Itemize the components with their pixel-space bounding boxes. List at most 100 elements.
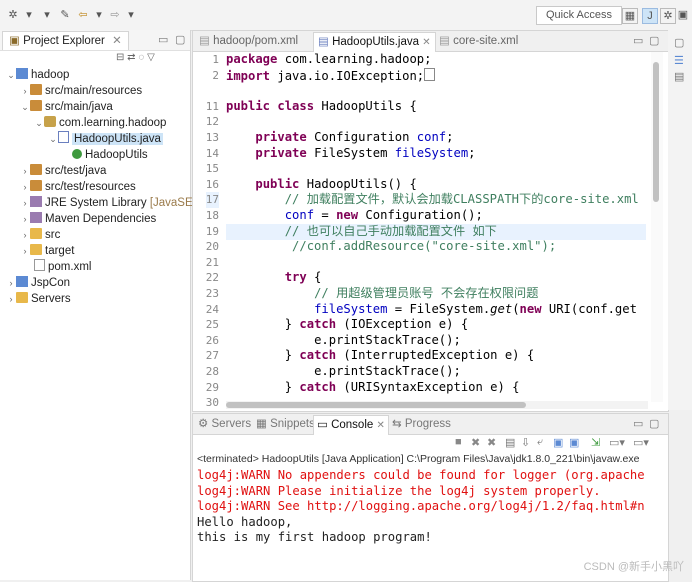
code-line: // 用超级管理员账号 不会存在权限问题: [226, 286, 538, 302]
keyword: new: [336, 208, 359, 222]
tree-item-src-main-java[interactable]: ⌄ src/main/java: [20, 99, 113, 115]
line-number: 13: [205, 131, 219, 144]
tab-progress[interactable]: ⇆ Progress: [389, 415, 454, 434]
minimize-icon[interactable]: ▭: [633, 34, 643, 47]
comment: // 加载配置文件，默认会加载CLASSPATH下的core-site.xml: [284, 192, 639, 207]
tree-item-servers[interactable]: › Servers: [6, 291, 71, 307]
close-tab-icon[interactable]: ✕: [376, 420, 384, 431]
class-icon: [72, 149, 82, 159]
editor-vertical-scrollbar[interactable]: [651, 52, 663, 402]
maximize-icon[interactable]: ▢: [175, 33, 185, 46]
collapse-arrow-icon[interactable]: ⌄: [48, 131, 58, 147]
tree-item-hadooputils-class[interactable]: HadoopUtils: [72, 147, 148, 163]
scrollbar-thumb[interactable]: [226, 402, 526, 408]
project-icon: [16, 68, 28, 79]
tree-item-src[interactable]: › src: [20, 227, 60, 243]
field: conf: [416, 130, 447, 144]
tree-item-src-main-resources[interactable]: › src/main/resources: [20, 83, 142, 99]
folder-icon: [16, 292, 28, 303]
tree-item-package[interactable]: ⌄ com.learning.hadoop: [34, 115, 166, 131]
minimize-icon[interactable]: ▭: [158, 33, 168, 46]
focus-icon[interactable]: ◌: [138, 52, 144, 63]
java-ee-perspective-icon[interactable]: ▣: [676, 8, 690, 22]
expand-arrow-icon[interactable]: ›: [20, 227, 30, 243]
toolbar-menu-icon[interactable]: ▾: [40, 8, 54, 22]
show-stderr-icon[interactable]: ▣: [569, 436, 579, 449]
package-folder-icon: [30, 164, 42, 175]
expand-arrow-icon[interactable]: ›: [20, 243, 30, 259]
expand-arrow-icon[interactable]: ›: [20, 179, 30, 195]
line-number: 25: [205, 318, 219, 332]
tree-item-target[interactable]: › target: [20, 243, 74, 259]
folded-imports-icon[interactable]: [424, 67, 436, 81]
tree-item-hadoop[interactable]: ⌄ hadoop: [6, 67, 69, 83]
keyword: new: [519, 301, 542, 316]
show-stdout-icon[interactable]: ▣: [553, 436, 563, 449]
collapse-all-icon[interactable]: ⊟: [116, 52, 124, 63]
expand-arrow-icon[interactable]: ›: [20, 83, 30, 99]
scrollbar-thumb[interactable]: [653, 62, 659, 202]
expand-arrow-icon[interactable]: ›: [6, 275, 16, 291]
expand-arrow-icon[interactable]: ›: [20, 211, 30, 227]
task-list-icon[interactable]: ▤: [674, 70, 684, 83]
tree-item-hadooputils-java[interactable]: ⌄ HadoopUtils.java: [48, 131, 163, 147]
display-console-icon[interactable]: ▭▾: [609, 436, 625, 449]
package-icon: [44, 116, 56, 127]
tree-item-pom-xml[interactable]: pom.xml: [34, 259, 91, 275]
project-explorer-tab[interactable]: ▣ Project Explorer ✕: [2, 31, 129, 50]
java-perspective-icon[interactable]: J: [642, 8, 658, 24]
remove-all-icon[interactable]: ✖: [487, 436, 496, 449]
editor-horizontal-scrollbar[interactable]: [226, 401, 648, 409]
collapse-arrow-icon[interactable]: ⌄: [34, 115, 44, 131]
expand-arrow-icon[interactable]: ›: [20, 195, 30, 211]
maximize-icon[interactable]: ▢: [649, 417, 659, 430]
new-console-icon[interactable]: ▭▾: [633, 436, 649, 449]
view-menu-icon[interactable]: ▽: [147, 52, 155, 63]
tab-console[interactable]: ▭ Console ✕: [313, 415, 389, 435]
expand-arrow-icon[interactable]: ›: [20, 163, 30, 179]
debug-icon[interactable]: ✲: [6, 8, 20, 22]
maximize-icon[interactable]: ▢: [649, 34, 659, 47]
perspective-icon[interactable]: ▦: [622, 8, 638, 24]
forward-dropdown-icon[interactable]: ▾: [124, 8, 138, 22]
clear-console-icon[interactable]: ▤: [505, 436, 515, 449]
collapse-arrow-icon[interactable]: ⌄: [20, 99, 30, 115]
pin-console-icon[interactable]: ⇲: [591, 436, 600, 449]
quick-access-field[interactable]: Quick Access: [536, 6, 622, 25]
debug-perspective-icon[interactable]: ✲: [660, 8, 676, 24]
line-number: 12: [205, 115, 219, 129]
code-area[interactable]: package com.learning.hadoop; import java…: [226, 52, 646, 402]
collapse-arrow-icon[interactable]: ⌄: [6, 67, 16, 83]
code-editor: ▤ hadoop/pom.xml ▤ HadoopUtils.java ✕ ▤ …: [192, 30, 669, 412]
close-icon[interactable]: ✕: [112, 35, 122, 47]
word-wrap-icon[interactable]: ⤶: [537, 436, 543, 449]
tree-item-label: pom.xml: [48, 261, 92, 273]
package-folder-icon: [30, 84, 42, 95]
forward-icon[interactable]: ⇨: [108, 8, 122, 22]
tree-item-src-test-java[interactable]: › src/test/java: [20, 163, 106, 179]
tree-item-src-test-resources[interactable]: › src/test/resources: [20, 179, 136, 195]
tab-snippets[interactable]: ▦ Snippets: [253, 415, 318, 434]
code-text: (InterruptedException e) {: [336, 348, 535, 363]
edit-icon[interactable]: ✎: [58, 8, 72, 22]
tree-item-jre-library[interactable]: › JRE System Library [JavaSE-1: [20, 195, 203, 211]
close-tab-icon[interactable]: ✕: [422, 37, 430, 48]
minimize-icon[interactable]: ▭: [633, 417, 643, 430]
tab-core-site-xml[interactable]: ▤ core-site.xml: [435, 32, 522, 51]
tree-item-maven-dependencies[interactable]: › Maven Dependencies: [20, 211, 156, 227]
line-number-gutter: 1 2 11 12 13 14 15 16 17 18 19 20 21 22 …: [193, 52, 225, 409]
run-icon[interactable]: ▾: [22, 8, 36, 22]
outline-icon[interactable]: ☰: [674, 54, 684, 67]
expand-arrow-icon[interactable]: ›: [6, 291, 16, 307]
back-icon[interactable]: ⇦: [76, 8, 90, 22]
scroll-lock-icon[interactable]: ⇩: [521, 436, 530, 449]
restore-icon[interactable]: ▢: [674, 36, 684, 49]
tab-pom-xml[interactable]: ▤ hadoop/pom.xml: [195, 32, 302, 51]
tree-item-jspcon[interactable]: › JspCon: [6, 275, 70, 291]
link-editor-icon[interactable]: ⇄: [127, 52, 135, 63]
terminate-icon[interactable]: ■: [455, 436, 462, 448]
remove-launch-icon[interactable]: ✖: [471, 436, 480, 449]
tab-servers[interactable]: ⚙ Servers: [195, 415, 254, 434]
back-dropdown-icon[interactable]: ▾: [92, 8, 106, 22]
tab-hadooputils-java[interactable]: ▤ HadoopUtils.java ✕: [313, 32, 436, 52]
